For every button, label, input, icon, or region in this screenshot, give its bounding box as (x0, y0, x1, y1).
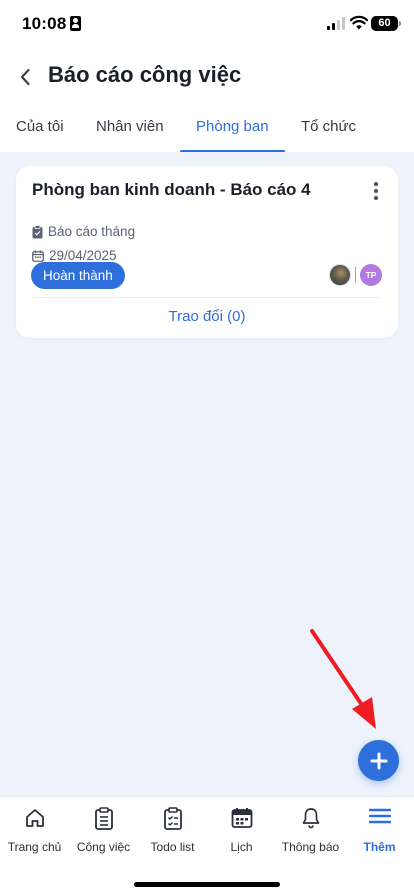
discussion-link[interactable]: Trao đổi (0) (16, 308, 398, 325)
menu-icon (368, 808, 391, 824)
report-type: Báo cáo tháng (48, 224, 136, 239)
wifi-icon (350, 15, 368, 30)
home-indicator (134, 882, 280, 887)
task-list-icon (94, 807, 113, 830)
battery-indicator: 60 (371, 16, 401, 31)
assignee-avatars[interactable]: TP (329, 264, 382, 286)
report-card[interactable]: Phòng ban kinh doanh - Báo cáo 4 Báo cáo… (16, 166, 398, 338)
back-button[interactable] (12, 62, 38, 92)
add-report-button[interactable] (358, 740, 399, 781)
status-time: 10:08 (22, 14, 67, 33)
chevron-left-icon (20, 68, 30, 86)
nav-label-lich: Lịch (230, 840, 253, 854)
home-icon (25, 809, 44, 827)
report-date: 29/04/2025 (49, 248, 117, 263)
avatar-photo (329, 264, 351, 286)
nav-label-todo-list: Todo list (150, 840, 195, 854)
report-tabs: Của tôi Nhân viên Phòng ban Tổ chức (0, 104, 414, 153)
calendar-small-icon (32, 250, 44, 262)
avatar-initials: TP (360, 264, 382, 286)
nav-them[interactable]: Thêm (345, 797, 414, 867)
avatar-separator (355, 267, 356, 283)
tab-to-chuc[interactable]: Tổ chức (301, 104, 356, 152)
bell-icon (302, 808, 319, 829)
plus-icon (370, 752, 387, 769)
nav-thong-bao[interactable]: Thông báo (276, 797, 345, 867)
nav-todo-list[interactable]: Todo list (138, 797, 207, 867)
more-options-icon[interactable] (370, 180, 382, 202)
nav-label-trang-chu: Trang chủ (7, 840, 62, 854)
app-header: Báo cáo công việc (0, 52, 414, 102)
clipboard-icon (32, 224, 43, 238)
calendar-icon (231, 808, 252, 828)
status-bar: 10:08 60 (0, 0, 414, 50)
cellular-signal-icon (327, 17, 347, 30)
person-badge-icon (70, 16, 81, 31)
report-date-row: 29/04/2025 (32, 248, 117, 263)
nav-cong-viec[interactable]: Công việc (69, 797, 138, 867)
tab-nhan-vien[interactable]: Nhân viên (96, 104, 164, 152)
nav-label-them: Thêm (363, 840, 396, 854)
page-title: Báo cáo công việc (48, 62, 242, 87)
bottom-navigation: Trang chủ Công việc Todo list Lịch Thông… (0, 796, 414, 896)
report-type-row: Báo cáo tháng (32, 224, 135, 239)
todo-checklist-icon (163, 807, 182, 830)
annotation-arrow-icon (310, 629, 376, 729)
tab-phong-ban[interactable]: Phòng ban (196, 104, 269, 152)
tab-cua-toi[interactable]: Của tôi (16, 104, 64, 152)
nav-label-cong-viec: Công việc (76, 840, 131, 854)
card-divider (32, 297, 382, 298)
nav-label-thong-bao: Thông báo (281, 840, 340, 854)
nav-lich[interactable]: Lịch (207, 797, 276, 867)
status-badge: Hoàn thành (31, 262, 125, 289)
report-title: Phòng ban kinh doanh - Báo cáo 4 (32, 180, 311, 199)
nav-trang-chu[interactable]: Trang chủ (0, 797, 69, 867)
